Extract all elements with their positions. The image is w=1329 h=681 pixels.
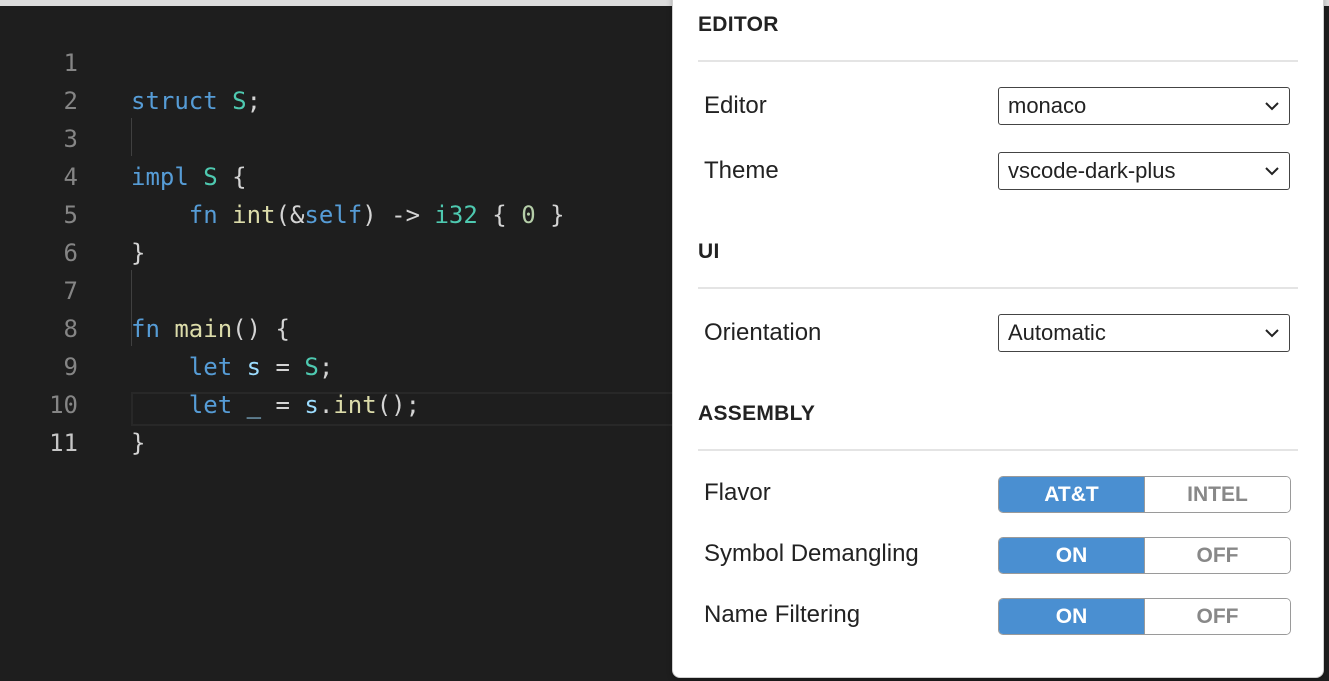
- filtering-option-on[interactable]: ON: [999, 599, 1144, 634]
- editor-label: Editor: [704, 92, 767, 119]
- section-title-editor: EDITOR: [698, 13, 779, 36]
- flavor-toggle: AT&T INTEL: [998, 476, 1291, 513]
- demangling-option-off[interactable]: OFF: [1144, 538, 1290, 573]
- chevron-down-icon: [1265, 329, 1279, 338]
- flavor-label: Flavor: [704, 479, 771, 506]
- line-number: 11: [49, 429, 78, 457]
- editor-select-value: monaco: [1008, 93, 1087, 118]
- chevron-down-icon: [1265, 167, 1279, 176]
- flavor-option-intel[interactable]: INTEL: [1144, 477, 1290, 512]
- divider: [698, 287, 1298, 289]
- demangling-option-on[interactable]: ON: [999, 538, 1144, 573]
- chevron-down-icon: [1265, 102, 1279, 111]
- code-text[interactable]: }: [131, 424, 145, 462]
- theme-label: Theme: [704, 157, 779, 184]
- orientation-select-value: Automatic: [1008, 320, 1106, 345]
- symbol-demangling-toggle: ON OFF: [998, 537, 1291, 574]
- name-filtering-toggle: ON OFF: [998, 598, 1291, 635]
- section-title-ui: UI: [698, 240, 720, 263]
- theme-select-value: vscode-dark-plus: [1008, 158, 1176, 183]
- orientation-select[interactable]: Automatic: [998, 314, 1290, 352]
- section-title-assembly: ASSEMBLY: [698, 402, 816, 425]
- name-filtering-label: Name Filtering: [704, 601, 861, 628]
- divider: [698, 449, 1298, 451]
- theme-select[interactable]: vscode-dark-plus: [998, 152, 1290, 190]
- orientation-label: Orientation: [704, 319, 822, 346]
- symbol-demangling-label: Symbol Demangling: [704, 540, 919, 567]
- editor-select[interactable]: monaco: [998, 87, 1290, 125]
- divider: [698, 60, 1298, 62]
- config-popover: EDITOR Editor monaco Theme vscode-dark-p…: [672, 0, 1324, 678]
- filtering-option-off[interactable]: OFF: [1144, 599, 1290, 634]
- flavor-option-att[interactable]: AT&T: [999, 477, 1144, 512]
